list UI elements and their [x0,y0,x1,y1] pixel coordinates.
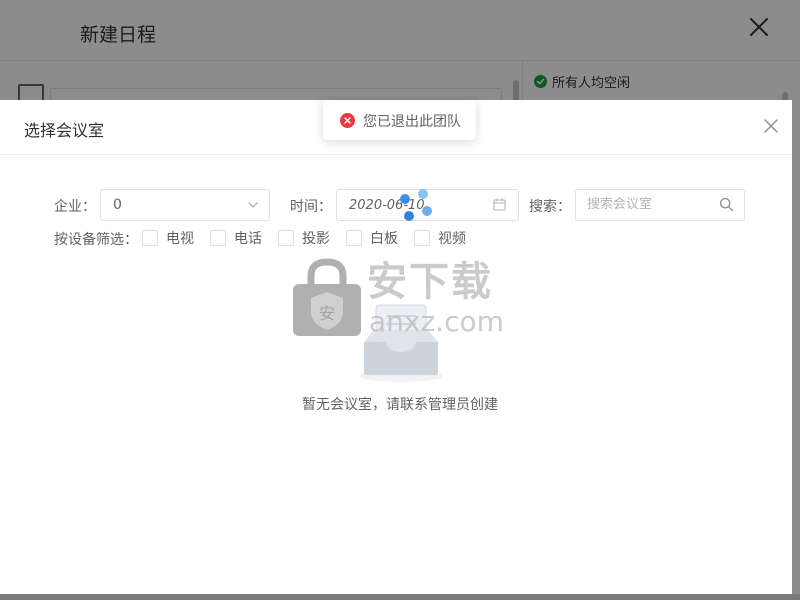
time-label: 时间： [290,199,332,215]
watermark-text: 安下载 [367,259,493,305]
filter-row: 企业： 0 时间： 2020-06-10 搜索： [0,189,792,221]
watermark-domain: anxz.com [369,305,504,338]
close-icon[interactable] [764,119,778,133]
overlay-bottom-strip [0,594,800,600]
loading-spinner [398,188,434,224]
select-meeting-room-dialog: 选择会议室 企业： 0 时间： 2020-06-10 搜索： 搜索会议室 按设备… [0,100,792,594]
search-label: 搜索： [529,199,571,215]
calendar-icon [493,198,506,211]
checkbox-label: 电视 [166,231,194,247]
checkbox-label: 电话 [234,231,262,247]
checkbox[interactable] [278,230,294,246]
device-filter-label: 按设备筛选： [54,232,138,248]
device-checkbox-tv[interactable]: 电视 [142,228,194,248]
checkbox-label: 视频 [438,231,466,247]
shield-lock-icon: 安 [293,258,361,336]
checkbox[interactable] [346,230,362,246]
company-select-value: 0 [113,197,122,213]
device-checkbox-phone[interactable]: 电话 [210,228,262,248]
device-checkbox-video[interactable]: 视频 [414,228,466,248]
device-filter-row: 按设备筛选： 电视 电话 投影 白板 视频 [0,228,792,248]
search-icon[interactable] [719,197,734,212]
dialog-title: 选择会议室 [24,121,105,140]
error-icon [340,113,355,128]
toast-text: 您已退出此团队 [363,114,461,130]
spinner-dot [400,194,410,204]
device-checkbox-projector[interactable]: 投影 [278,228,330,248]
checkbox[interactable] [414,230,430,246]
svg-text:安: 安 [319,304,335,323]
checkbox-label: 投影 [302,231,330,247]
checkbox[interactable] [210,230,226,246]
watermark: 安 安下载 anxz.com [291,258,511,338]
checkbox-label: 白板 [370,231,398,247]
toast-message: 您已退出此团队 [323,100,476,140]
search-field [575,189,745,221]
screen: 新建日程 所有人均空闲 选择会议室 企业： 0 时间： 2020-06-10 搜… [0,0,800,600]
company-label: 企业： [54,199,96,215]
search-input[interactable] [576,190,717,218]
company-select[interactable]: 0 [100,189,270,221]
spinner-dot [404,211,414,221]
checkbox[interactable] [142,230,158,246]
spinner-dot [422,206,432,216]
empty-state-text: 暂无会议室，请联系管理员创建 [302,397,498,413]
chevron-down-icon [248,202,258,208]
device-checkbox-whiteboard[interactable]: 白板 [346,228,398,248]
spinner-dot [418,189,428,199]
